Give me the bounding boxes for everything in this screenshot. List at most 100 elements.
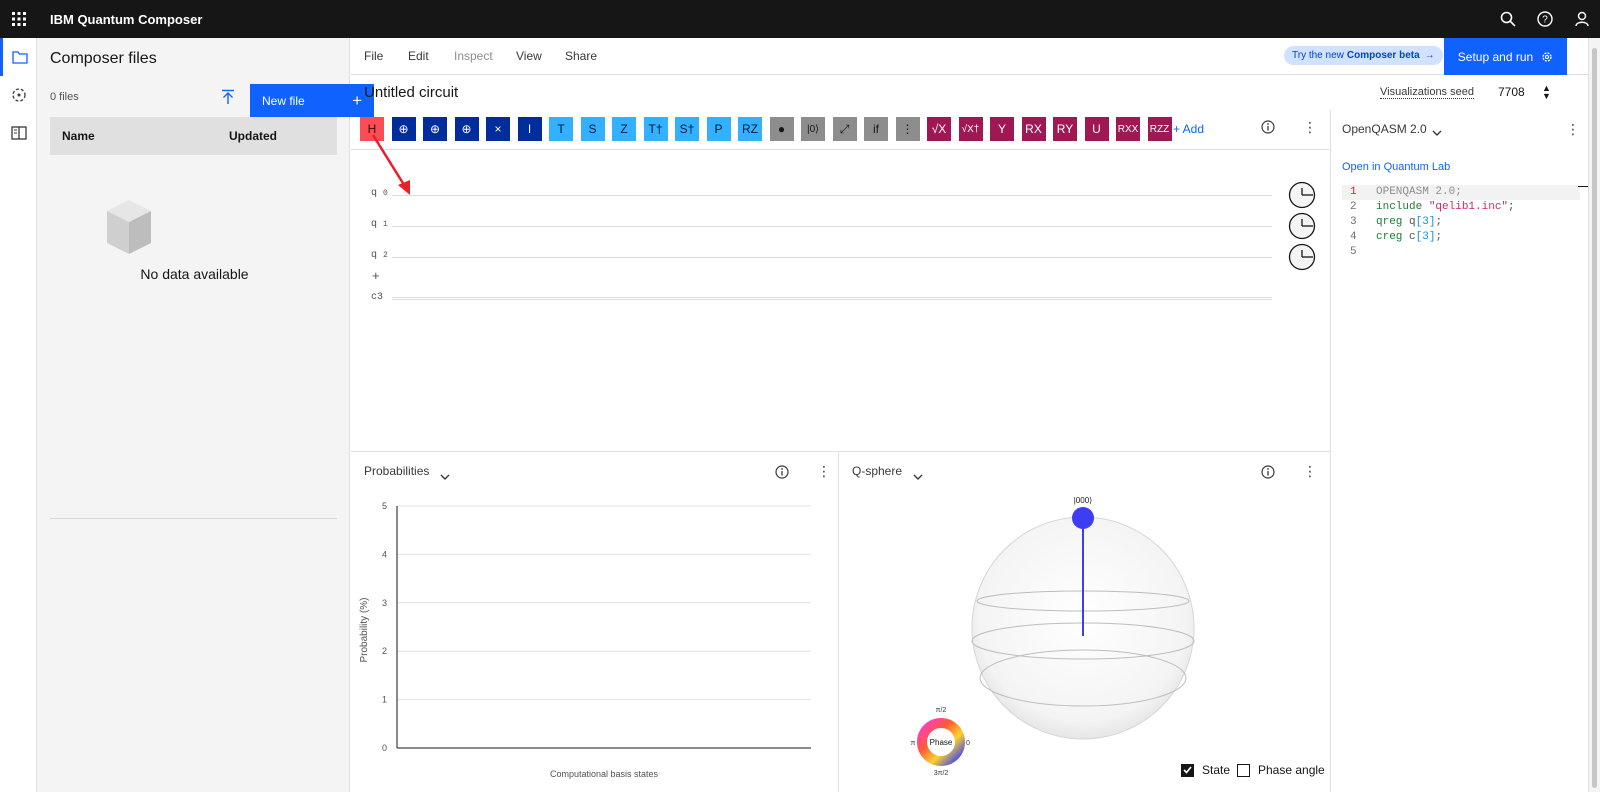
overflow-menu-icon[interactable]: ⋮	[1303, 119, 1317, 136]
gate-25[interactable]: RZZ	[1147, 117, 1172, 141]
menu-edit[interactable]: Edit	[408, 49, 429, 63]
menu-view[interactable]: View	[516, 49, 542, 63]
gate-2[interactable]: ⊕	[423, 117, 447, 141]
brand-title[interactable]: IBM Quantum Composer	[50, 12, 202, 27]
qsphere-visual[interactable]: |000⟩ Phase π/2 π 0 3π/2	[900, 496, 1200, 786]
x-axis-label: Computational basis states	[550, 769, 659, 779]
code-token: "qelib1.inc"	[1428, 201, 1509, 213]
gate-6[interactable]: T	[549, 117, 573, 141]
line-number: 4	[1350, 231, 1357, 243]
code-line[interactable]: 2 include "qelib1.inc";	[1342, 200, 1580, 215]
docs-icon[interactable]	[0, 114, 37, 152]
chevron-down-icon[interactable]	[1432, 124, 1442, 142]
chevron-down-icon[interactable]	[440, 468, 450, 486]
overflow-menu-icon[interactable]: ⋮	[1303, 463, 1317, 480]
info-icon[interactable]	[775, 465, 789, 484]
help-icon[interactable]: ?	[1526, 0, 1563, 38]
setup-and-run-button[interactable]: Setup and run	[1444, 38, 1567, 75]
gate-20[interactable]: Y	[990, 117, 1014, 141]
phase-wheel: Phase π/2 π 0 3π/2	[911, 707, 970, 777]
code-line[interactable]: 4 creg c [3];	[1342, 230, 1580, 245]
code-line[interactable]: 1 OPENQASM 2.0;	[1342, 185, 1580, 200]
code-token: q	[1409, 216, 1416, 228]
gate-8[interactable]: Z	[612, 117, 636, 141]
gate-12[interactable]: RZ	[738, 117, 762, 141]
folder-icon[interactable]	[0, 38, 37, 76]
seed-stepper-icon[interactable]: ▲ ▼	[1542, 84, 1551, 101]
search-icon[interactable]	[1489, 0, 1526, 38]
probabilities-title[interactable]: Probabilities	[364, 464, 429, 478]
beta-name: Composer beta	[1346, 50, 1420, 61]
gate-10[interactable]: S†	[675, 117, 699, 141]
qubit-wire-1[interactable]	[392, 226, 1272, 227]
gate-16[interactable]: if	[864, 117, 888, 141]
column-header-updated[interactable]: Updated	[229, 129, 277, 143]
jobs-icon[interactable]	[0, 76, 37, 114]
upload-icon[interactable]	[217, 83, 239, 111]
phase-top-label: π/2	[936, 707, 947, 714]
scrollbar-thumb[interactable]	[1592, 48, 1597, 788]
gate-15[interactable]: ⤢	[832, 117, 857, 141]
gate-4[interactable]: ×	[486, 117, 510, 141]
qubit-label-2[interactable]: q 2	[371, 250, 388, 261]
menu-inspect[interactable]: Inspect	[454, 49, 493, 63]
state-checkbox[interactable]: State	[1181, 763, 1230, 777]
gate-3[interactable]: ⊕	[454, 117, 479, 141]
open-quantum-lab-link[interactable]: Open in Quantum Lab	[1342, 161, 1450, 173]
app-switcher-icon[interactable]	[0, 0, 38, 38]
qubit-wire-0[interactable]	[392, 195, 1272, 196]
qubit-label-1[interactable]: q 1	[371, 219, 388, 230]
gate-17[interactable]: ⋮	[895, 117, 920, 141]
gate-23[interactable]: U	[1084, 117, 1109, 141]
menu-share[interactable]: Share	[565, 49, 597, 63]
new-file-button[interactable]: New file +	[250, 84, 374, 117]
gate-7[interactable]: S	[580, 117, 605, 141]
code-token: qreg	[1376, 216, 1410, 228]
state-point-000[interactable]	[1072, 507, 1094, 529]
code-line[interactable]: 5	[1342, 245, 1580, 260]
phase-angle-checkbox[interactable]: Phase angle	[1237, 763, 1325, 777]
add-gate-link[interactable]: + Add	[1173, 122, 1204, 136]
line-number: 1	[1350, 186, 1357, 198]
info-icon[interactable]	[1261, 120, 1275, 139]
y-tick-label: 3	[382, 598, 387, 608]
chevron-down-icon[interactable]	[913, 468, 923, 486]
line-number: 5	[1350, 246, 1357, 258]
gate-13[interactable]: ●	[769, 117, 794, 141]
qasm-code-editor[interactable]: 1 OPENQASM 2.0; 2 include "qelib1.inc"; 3 qre…	[1342, 185, 1580, 260]
column-header-name[interactable]: Name	[62, 129, 95, 143]
qsphere-title[interactable]: Q-sphere	[852, 464, 902, 478]
page-scrollbar[interactable]	[1588, 38, 1600, 792]
qubit-wire-2[interactable]	[392, 257, 1272, 258]
overflow-menu-icon[interactable]: ⋮	[817, 463, 831, 480]
phase-center-label: Phase	[930, 738, 953, 747]
menu-file[interactable]: File	[364, 49, 383, 63]
circuit-title[interactable]: Untitled circuit	[364, 84, 458, 101]
gate-5[interactable]: I	[517, 117, 542, 141]
gate-11[interactable]: P	[706, 117, 731, 141]
checkbox-unchecked-icon[interactable]	[1237, 763, 1250, 777]
qasm-title[interactable]: OpenQASM 2.0	[1342, 122, 1427, 136]
gate-21[interactable]: RX	[1021, 117, 1046, 141]
gate-19[interactable]: √X†	[958, 117, 983, 141]
code-token: creg	[1376, 231, 1410, 243]
checkbox-checked-icon[interactable]	[1181, 763, 1194, 777]
y-tick-label: 0	[382, 743, 387, 753]
seed-input[interactable]: 7708	[1498, 85, 1525, 99]
user-icon[interactable]	[1563, 0, 1600, 38]
gate-14[interactable]: |0⟩	[801, 117, 825, 141]
gate-24[interactable]: RXX	[1116, 117, 1140, 141]
add-qubit-icon[interactable]: +	[372, 268, 380, 283]
gate-18[interactable]: √X	[927, 117, 951, 141]
gate-22[interactable]: RY	[1053, 117, 1077, 141]
classical-register-label: c3	[371, 292, 384, 303]
info-icon[interactable]	[1261, 465, 1275, 484]
composer-beta-link[interactable]: Try the new Composer beta →	[1284, 46, 1443, 65]
phase-right-label: 0	[966, 740, 970, 747]
y-tick-label: 1	[382, 695, 387, 705]
gate-9[interactable]: T†	[643, 117, 668, 141]
overflow-menu-icon[interactable]: ⋮	[1566, 121, 1580, 138]
code-line[interactable]: 3 qreg q [3];	[1342, 215, 1580, 230]
line-number: 3	[1350, 216, 1357, 228]
code-token: ;	[1435, 231, 1443, 243]
